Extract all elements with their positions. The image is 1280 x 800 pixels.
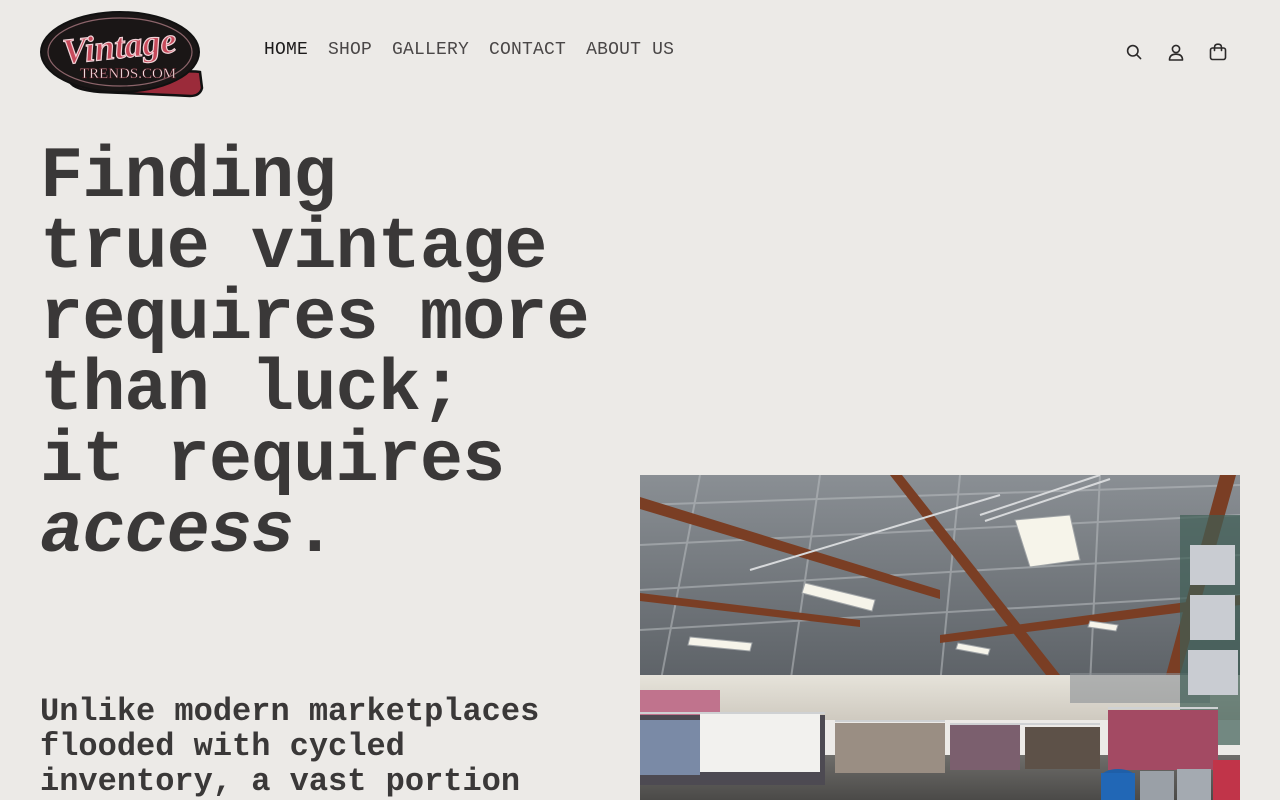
- cart-icon: [1209, 43, 1227, 61]
- header-icons: [1124, 42, 1228, 62]
- site-logo[interactable]: Vintage TRENDS.COM: [40, 10, 204, 98]
- hero-line: than luck;: [40, 349, 463, 431]
- nav-contact[interactable]: CONTACT: [489, 40, 566, 60]
- warehouse-photo: [640, 475, 1240, 800]
- page: Vintage TRENDS.COM HOME SHOP GALLERY CON…: [0, 0, 1280, 800]
- warehouse-illustration: [640, 475, 1240, 800]
- hero-emphasis: access: [40, 491, 294, 573]
- hero-period: .: [293, 491, 336, 573]
- search-button[interactable]: [1124, 42, 1144, 62]
- main-nav: HOME SHOP GALLERY CONTACT ABOUT US: [264, 40, 674, 60]
- logo-graphic: Vintage TRENDS.COM: [40, 11, 204, 98]
- hero-headline: Finding true vintage requires more than …: [40, 136, 640, 568]
- cart-button[interactable]: [1208, 42, 1228, 62]
- logo-sub-text: TRENDS.COM: [80, 66, 176, 82]
- hero-subtext: Unlike modern marketplaces flooded with …: [40, 693, 540, 800]
- hero-line: true vintage: [40, 207, 547, 289]
- nav-shop[interactable]: SHOP: [328, 40, 372, 60]
- hero-line: it requires: [40, 420, 505, 502]
- account-button[interactable]: [1166, 42, 1186, 62]
- site-header: Vintage TRENDS.COM HOME SHOP GALLERY CON…: [0, 0, 1280, 104]
- nav-about-us[interactable]: ABOUT US: [586, 40, 674, 60]
- nav-gallery[interactable]: GALLERY: [392, 40, 469, 60]
- hero-line: Finding: [40, 136, 336, 218]
- account-icon: [1168, 44, 1184, 61]
- hero-line: access.: [40, 496, 640, 568]
- nav-home[interactable]: HOME: [264, 40, 308, 60]
- hero-line: requires more: [40, 278, 590, 360]
- search-icon: [1126, 44, 1142, 60]
